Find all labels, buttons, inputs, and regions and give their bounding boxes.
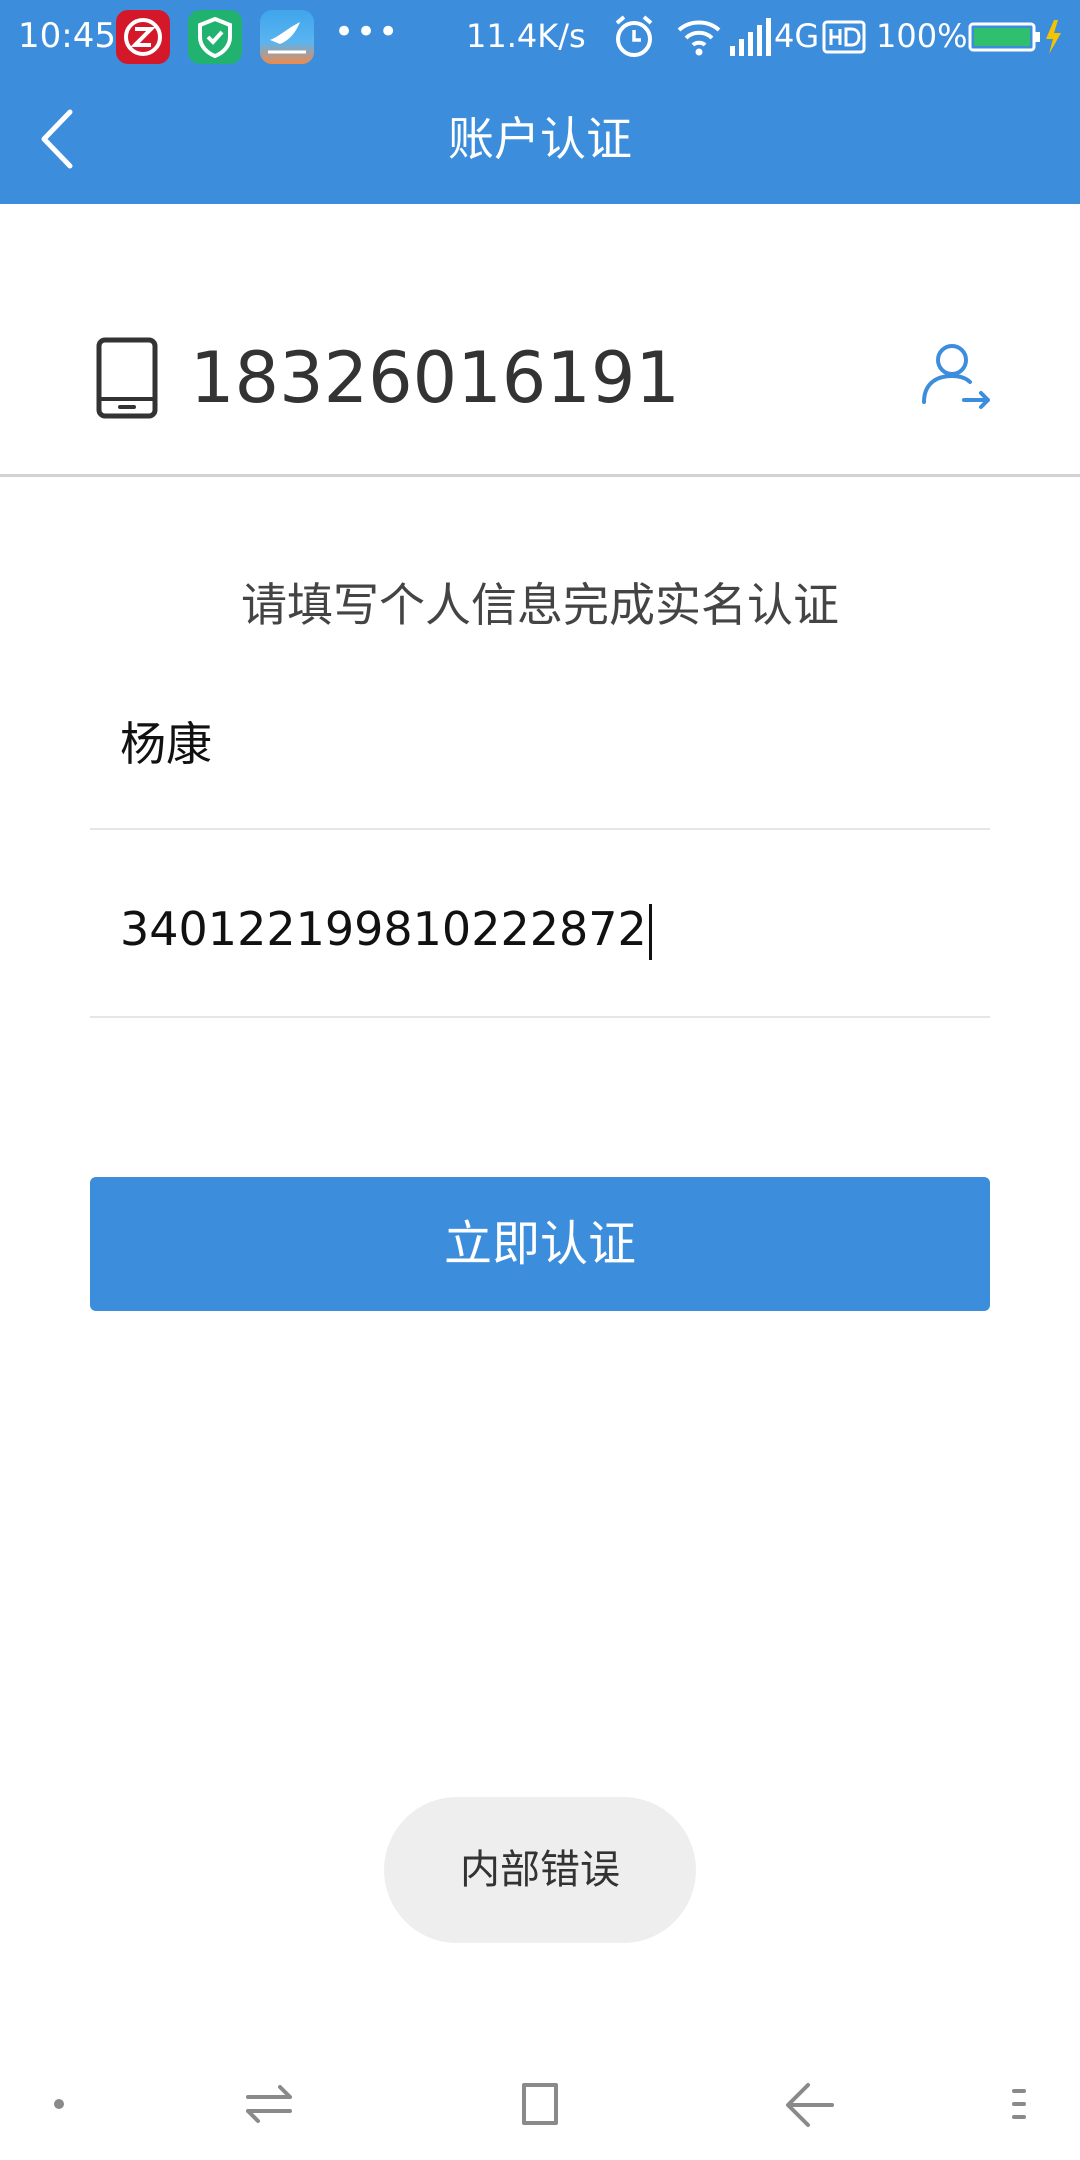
account-phone-row: 18326016191: [0, 204, 1080, 474]
nav-switch-button[interactable]: [234, 2069, 304, 2139]
more-notifications-icon: •••: [334, 12, 401, 52]
app-bar: 账户认证: [0, 74, 1080, 204]
name-field: [90, 696, 990, 830]
network-type: 4G: [774, 17, 820, 55]
screen: 10:45 ••• 11.4K/s 4G 100% 账户认证 183260161…: [0, 0, 1080, 2160]
battery-percent: 100%: [876, 17, 968, 55]
switch-arrows-icon: [246, 2085, 292, 2123]
text-cursor: [648, 904, 652, 960]
nav-menu-button[interactable]: [984, 2069, 1054, 2139]
back-arrow-icon: [786, 2083, 834, 2127]
z-app-icon: [116, 10, 170, 64]
name-input[interactable]: [90, 696, 990, 786]
user-switch-icon: [922, 344, 990, 409]
bird-app-icon: [260, 10, 314, 64]
id-number-field: [90, 884, 990, 1018]
nav-back-button[interactable]: [774, 2069, 844, 2139]
verification-form: 请填写个人信息完成实名认证 立即认证 内部错误: [0, 477, 1080, 2047]
id-field-underline: [90, 1016, 990, 1018]
security-shield-app-icon: [188, 10, 242, 64]
error-toast: 内部错误: [384, 1797, 696, 1943]
status-time: 10:45: [18, 16, 116, 56]
name-field-underline: [90, 828, 990, 830]
dot-icon: [54, 2099, 64, 2109]
square-icon: [522, 2083, 558, 2125]
page-title: 账户认证: [448, 112, 632, 166]
alarm-icon: [612, 12, 656, 66]
nav-home-button[interactable]: [504, 2069, 574, 2139]
id-number-input[interactable]: [90, 884, 990, 974]
form-instruction: 请填写个人信息完成实名认证: [241, 578, 839, 632]
wifi-icon: [676, 12, 722, 66]
network-speed: 11.4K/s: [466, 17, 586, 55]
system-nav-bar: [0, 2047, 1080, 2160]
battery-charging-icon: [968, 12, 1068, 66]
status-bar: 10:45 ••• 11.4K/s 4G 100%: [0, 0, 1080, 74]
mobile-phone-icon: [96, 337, 158, 423]
signal-strength-icon: [728, 12, 772, 66]
switch-account-button[interactable]: [918, 338, 994, 414]
account-phone-number: 18326016191: [190, 337, 680, 419]
verify-now-button[interactable]: 立即认证: [90, 1177, 990, 1311]
menu-lines-icon: [1012, 2089, 1026, 2119]
nav-hide-button[interactable]: [24, 2069, 94, 2139]
hd-voice-icon: [822, 12, 866, 66]
